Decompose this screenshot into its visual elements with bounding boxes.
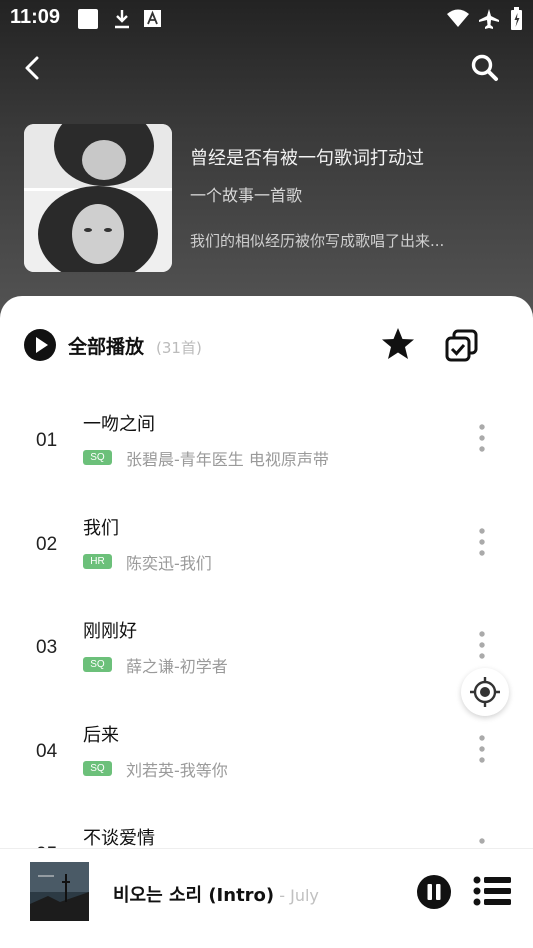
song-title: 我们 [83,518,119,539]
song-row[interactable]: 03 刚刚好 SQ 薛之谦-初学者 [0,607,533,711]
quality-badge: SQ [83,657,112,672]
more-vertical-icon[interactable] [472,629,492,661]
track-number: 01 [36,430,58,451]
song-title: 一吻之间 [83,414,155,435]
locate-icon [470,677,500,707]
track-number: 03 [36,637,58,658]
status-time: 11:09 [10,6,61,28]
font-icon [144,10,161,27]
song-artist: 张碧晨-青年医生 电视原声带 [126,450,329,469]
search-icon[interactable] [470,53,500,83]
song-artist: 薛之谦-初学者 [126,657,228,676]
song-title: 不谈爱情 [83,828,155,849]
song-row[interactable]: 04 后来 SQ 刘若英-我等你 [0,711,533,815]
multi-select-icon[interactable] [444,328,480,364]
more-vertical-icon[interactable] [472,526,492,558]
playlist-cover-image [24,124,172,272]
song-list-panel: 全部播放 (31首) 01 一吻之间 SQ 张碧晨-青年医生 电视原声带 02 … [0,296,533,856]
playlist-description[interactable]: 我们的相似经历被你写成歌唱了出来... [190,230,500,251]
now-playing-title: 비오는 소리 (Intro) [113,885,275,906]
status-bar: 11:09 [0,0,533,36]
song-count: (31首) [156,339,202,357]
mini-player[interactable]: 비오는 소리 (Intro) - July [0,848,533,948]
back-button[interactable] [20,54,46,82]
song-artist: 陈奕迅-我们 [126,554,212,573]
playlist-subtitle: 一个故事一首歌 [190,186,303,205]
more-vertical-icon[interactable] [472,733,492,765]
song-row[interactable]: 01 一吻之间 SQ 张碧晨-青年医生 电视原声带 [0,400,533,504]
quality-badge: SQ [83,450,112,465]
notification-icon [78,9,98,29]
star-icon[interactable] [380,326,416,362]
song-artist: 刘若英-我等你 [126,761,228,780]
now-playing-artist: - July [274,886,319,905]
download-icon [115,10,129,29]
song-title: 刚刚好 [83,621,137,642]
pause-icon[interactable] [416,874,452,910]
airplane-icon [479,9,499,29]
play-circle-icon[interactable] [23,328,57,362]
album-art[interactable] [30,862,89,921]
song-title: 后来 [83,725,119,746]
track-number: 04 [36,741,58,762]
more-vertical-icon[interactable] [472,422,492,454]
play-all-row[interactable]: 全部播放 (31首) [0,296,533,392]
battery-icon [511,7,522,30]
quality-badge: SQ [83,761,112,776]
playlist-title: 曾经是否有被一句歌词打动过 [190,148,424,169]
playlist-cover[interactable] [24,124,172,272]
track-number: 02 [36,534,58,555]
song-row[interactable]: 02 我们 HR 陈奕迅-我们 [0,504,533,608]
playlist-header: 11:09 曾经是否有被一句歌词打动过 一个故事一首歌 我们的相似经历被你写成歌… [0,0,533,330]
locate-current-button[interactable] [461,668,509,716]
wifi-icon [447,9,469,27]
now-playing-text[interactable]: 비오는 소리 (Intro) - July [113,881,319,907]
playlist-icon[interactable] [473,875,511,907]
play-all-label[interactable]: 全部播放 [68,332,144,359]
quality-badge: HR [83,554,112,569]
album-art-image [30,862,89,921]
